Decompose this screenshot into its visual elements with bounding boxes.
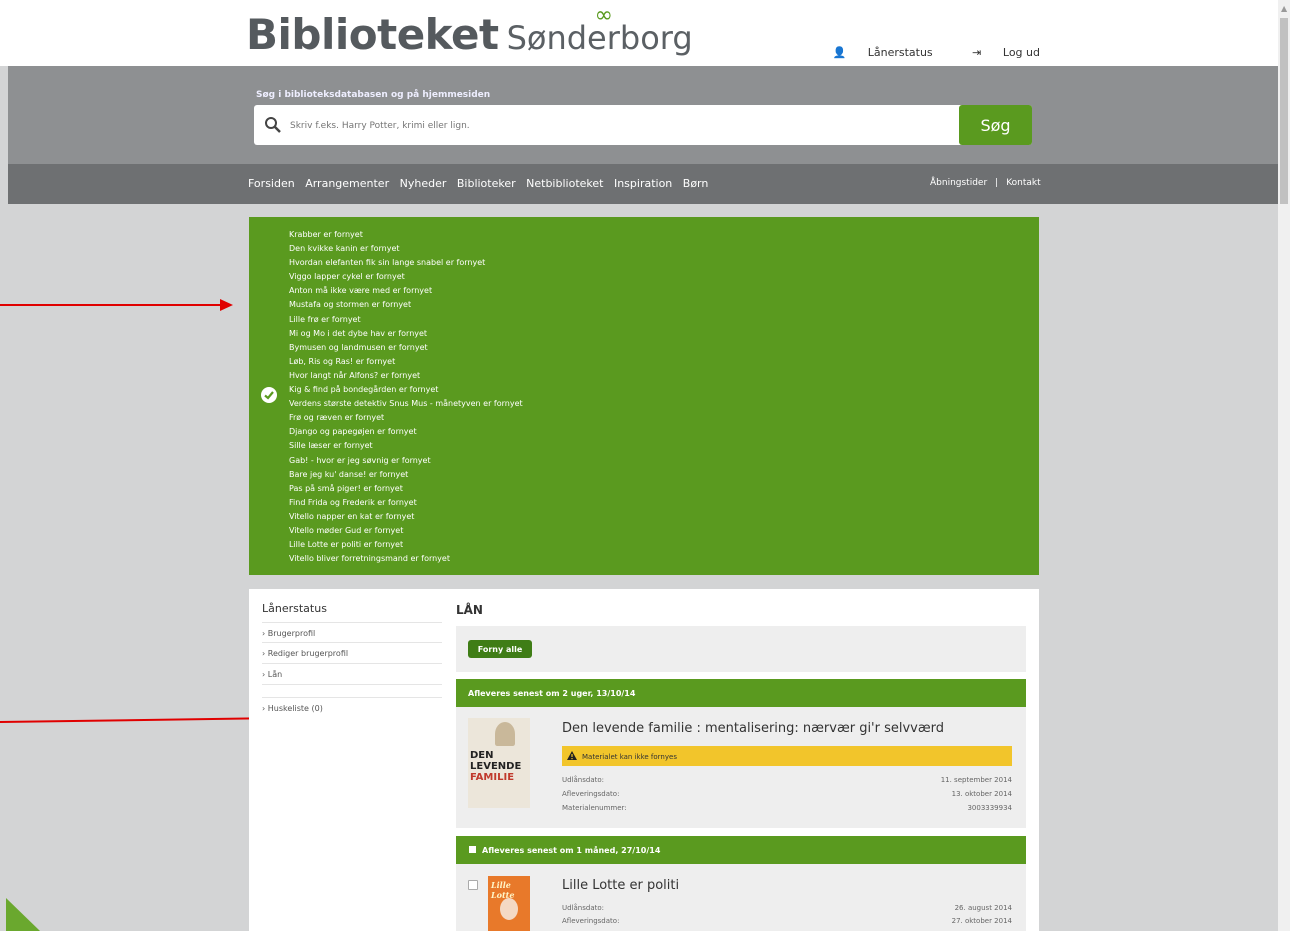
nav-netbiblioteket[interactable]: Netbiblioteket	[526, 177, 603, 190]
loan-field: Udlånsdato: 26. august 2014	[562, 904, 1012, 912]
secondary-nav: Åbningstider | Kontakt	[930, 178, 1041, 188]
scroll-up-arrow-icon[interactable]: ▲	[1281, 4, 1287, 13]
loan-checkbox[interactable]	[468, 880, 478, 890]
nav-arrangementer[interactable]: Arrangementer	[305, 177, 389, 190]
sidebar-item-huskeliste[interactable]: › Huskeliste (0)	[262, 697, 442, 713]
renewal-message: Løb, Ris og Ras! er fornyet	[289, 356, 396, 366]
nav-kontakt[interactable]: Kontakt	[1006, 178, 1040, 188]
search-button[interactable]: Søg	[959, 105, 1032, 145]
renewal-message: Find Frida og Frederik er fornyet	[289, 497, 417, 507]
renewal-message: Kig & find på bondegården er fornyet	[289, 385, 439, 395]
feedback-widget[interactable]	[6, 898, 40, 931]
renew-toolbar	[456, 626, 1026, 672]
group-checkbox[interactable]	[469, 846, 476, 853]
renewal-message: Viggo lapper cykel er fornyet	[289, 272, 405, 282]
logout-icon: ⇥	[972, 46, 982, 59]
book-cover: DEN LEVENDE FAMILIE	[468, 718, 530, 808]
check-circle-icon	[261, 387, 277, 403]
renewal-message: Frø og ræven er fornyet	[289, 413, 385, 423]
loan-title[interactable]: Den levende familie : mentalisering: nær…	[562, 721, 944, 736]
library-logo[interactable]: Biblioteket Sønderborg ∞	[246, 3, 693, 66]
search-icon	[265, 117, 281, 133]
renewal-message: Vitello møder Gud er fornyet	[289, 525, 404, 535]
due-group-header: Afleveres senest om 1 måned, 27/10/14	[456, 836, 1026, 864]
loan-title[interactable]: Lille Lotte er politi	[562, 878, 679, 893]
renewal-message: Django og papegøjen er fornyet	[289, 427, 417, 437]
renewal-message: Mustafa og stormen er fornyet	[289, 300, 412, 310]
sidebar-item-brugerprofil[interactable]: › Brugerprofil	[262, 622, 442, 638]
nav-boern[interactable]: Børn	[683, 177, 709, 190]
renewal-message: Vitello bliver forretningsmand er fornye…	[289, 554, 450, 564]
renewal-message: Den kvikke kanin er fornyet	[289, 244, 400, 254]
renewal-message: Verdens største detektiv Snus Mus - måne…	[289, 399, 523, 409]
nav-separator: |	[995, 178, 999, 188]
user-icon: 👤	[832, 46, 847, 59]
cover-illustration	[500, 898, 518, 920]
logout-link[interactable]: ⇥ Log ud	[954, 46, 1040, 59]
nav-nyheder[interactable]: Nyheder	[400, 177, 447, 190]
renewal-message: Pas på små piger! er fornyet	[289, 483, 403, 493]
logo-main-text: Biblioteket	[246, 10, 499, 59]
nav-forsiden[interactable]: Forsiden	[248, 177, 295, 190]
user-links: 👤 Lånerstatus ⇥ Log ud	[797, 46, 1040, 59]
search-label: Søg i biblioteksdatabasen og på hjemmesi…	[256, 90, 491, 100]
sidebar-title: Lånerstatus	[262, 602, 327, 615]
renewal-message: Lille frø er fornyet	[289, 314, 361, 324]
cover-text: Lille Lotte	[491, 880, 515, 900]
renewal-message: Hvor langt når Alfons? er fornyet	[289, 370, 421, 380]
sidebar-item-laan[interactable]: › Lån	[262, 663, 442, 679]
page-scrollbar[interactable]: ▲	[1278, 0, 1290, 931]
renewal-message-list: Krabber er fornyet Den kvikke kanin er fo…	[289, 228, 523, 566]
nav-aabningstider[interactable]: Åbningstider	[930, 178, 987, 188]
nav-inspiration[interactable]: Inspiration	[614, 177, 672, 190]
renewal-message: Mi og Mo i det dybe hav er fornyet	[289, 328, 428, 338]
loan-field: Afleveringsdato: 13. oktober 2014	[562, 790, 1012, 798]
cover-illustration	[495, 722, 515, 746]
loan-field: Afleveringsdato: 27. oktober 2014	[562, 917, 1012, 925]
logo-sub-text: Sønderborg ∞	[506, 3, 693, 57]
renewal-message: Krabber er fornyet	[289, 230, 363, 239]
cover-text: DEN LEVENDE FAMILIE	[470, 750, 522, 783]
search-input[interactable]	[288, 115, 952, 137]
renewal-message: Anton må ikke være med er fornyet	[289, 286, 433, 296]
loans-title: LÅN	[456, 603, 483, 617]
renew-all-button[interactable]: Forny alle	[468, 640, 532, 658]
renewal-message: Vitello napper en kat er fornyet	[289, 511, 415, 521]
renewal-message: Gab! - hvor er jeg søvnig er fornyet	[289, 455, 431, 465]
renewal-message: Hvordan elefanten fik sin lange snabel e…	[289, 258, 486, 268]
due-group-header: Afleveres senest om 2 uger, 13/10/14	[456, 679, 1026, 707]
renewal-message: Lille Lotte er politi er fornyet	[289, 540, 404, 550]
nav-biblioteker[interactable]: Biblioteker	[457, 177, 516, 190]
search-box	[254, 105, 1032, 145]
main-nav: Forsiden Arrangementer Nyheder Bibliotek…	[248, 177, 715, 190]
scrollbar-thumb[interactable]	[1280, 18, 1288, 204]
sidebar-divider	[262, 684, 442, 685]
renewal-message: Bare jeg ku' danse! er fornyet	[289, 469, 409, 479]
loan-field: Materialenummer: 3003339934	[562, 804, 1012, 812]
warning-icon	[567, 751, 577, 760]
renewal-message: Sille læser er fornyet	[289, 441, 373, 451]
infinity-icon: ∞	[594, 3, 613, 28]
renewal-message: Bymusen og landmusen er fornyet	[289, 342, 428, 352]
annotation-arrow	[0, 299, 233, 311]
laanerstatus-link[interactable]: 👤 Lånerstatus	[815, 46, 933, 59]
loan-field: Udlånsdato: 11. september 2014	[562, 776, 1012, 784]
sidebar-item-rediger-brugerprofil[interactable]: › Rediger brugerprofil	[262, 642, 442, 658]
renewal-warning: Materialet kan ikke fornyes	[562, 746, 1012, 766]
book-cover: Lille Lotte	[488, 876, 530, 931]
